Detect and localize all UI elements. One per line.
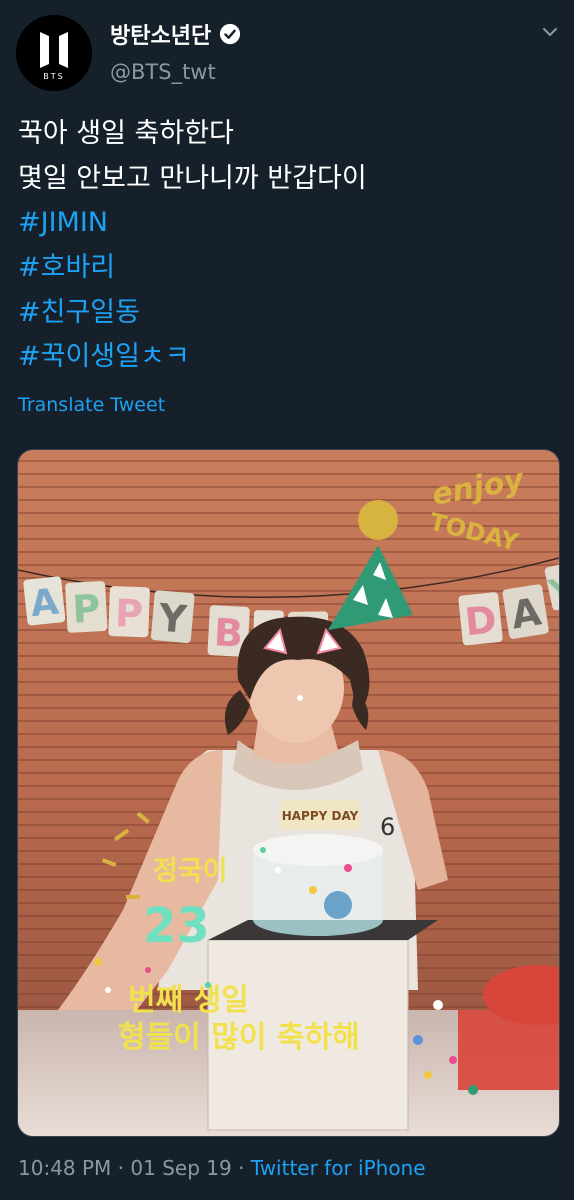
meta-separator: · <box>117 1156 125 1180</box>
display-name-row[interactable]: 방탄소년단 <box>110 18 241 50</box>
chevron-down-icon[interactable] <box>540 22 560 42</box>
banner-letter: A <box>29 582 61 626</box>
banner-letter: B <box>213 610 244 655</box>
photo-illustration: A P P Y B I R D A Y enjoy TODAY 6 <box>18 450 559 1136</box>
cake-topper-text: HAPPY DAY <box>282 809 359 823</box>
hashtag-link[interactable]: #꾹이생일ㅊㅋ <box>18 335 558 380</box>
hashtag-link[interactable]: #호바리 <box>18 246 558 291</box>
hashtag-link[interactable]: #JIMIN <box>18 201 558 246</box>
avatar-text: BTS <box>43 72 64 81</box>
banner-letter: P <box>71 586 101 631</box>
overlay-name: 정국이 <box>153 856 228 887</box>
tweet-meta: 10:48 PM · 01 Sep 19 · Twitter for iPhon… <box>18 1156 426 1180</box>
display-name[interactable]: 방탄소년단 <box>110 18 211 50</box>
hashtag-link[interactable]: #친구일동 <box>18 291 558 336</box>
translate-tweet-link[interactable]: Translate Tweet <box>18 394 165 416</box>
banner-letter: P <box>114 591 143 636</box>
banner-letter: D <box>463 597 499 644</box>
tweet-time[interactable]: 10:48 PM <box>18 1156 111 1180</box>
meta-separator: · <box>238 1156 245 1180</box>
bts-logo-icon: BTS <box>16 15 92 91</box>
user-handle[interactable]: @BTS_twt <box>110 60 216 84</box>
overlay-number: 23 <box>143 898 210 954</box>
overlay-line-1: 번째 생일 <box>128 983 249 1018</box>
tweet-source-link[interactable]: Twitter for iPhone <box>251 1156 426 1180</box>
tweet-text: 꾹아 생일 축하한다 몇일 안보고 만나니까 반갑다이 #JIMIN #호바리 … <box>18 112 558 380</box>
tweet-line: 몇일 안보고 만나니까 반갑다이 <box>18 162 367 194</box>
avatar[interactable]: BTS <box>16 15 92 91</box>
banner-letter: Y <box>156 595 189 641</box>
tweet-photo[interactable]: A P P Y B I R D A Y enjoy TODAY 6 <box>17 449 560 1137</box>
verified-badge-icon <box>220 23 241 45</box>
jersey-number: 6 <box>380 813 395 841</box>
overlay-line-2: 형들이 많이 축하해 <box>118 1020 360 1055</box>
tweet-line: 꾹아 생일 축하한다 <box>18 118 234 149</box>
tweet-date[interactable]: 01 Sep 19 <box>130 1156 231 1180</box>
